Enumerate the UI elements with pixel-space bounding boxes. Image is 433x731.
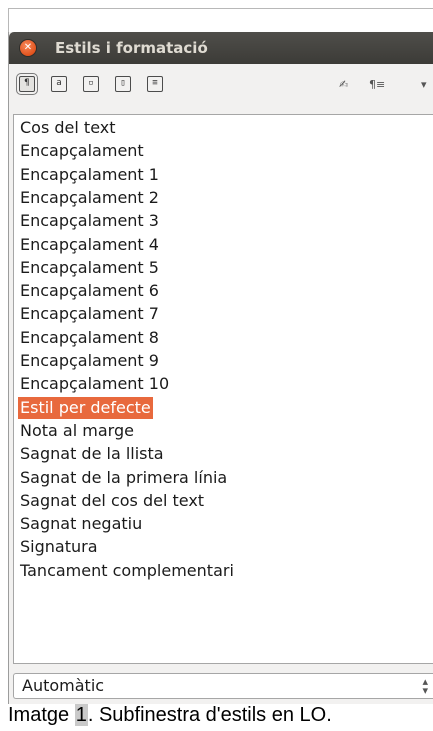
list-item[interactable]: Nota al marge [20, 420, 134, 442]
list-item[interactable]: Tancament complementari [20, 560, 234, 582]
style-category-toolbar: ¶ a ▫ ▯ ≡ ✍ ¶≡ ▾ [9, 64, 433, 108]
list-item[interactable]: Encapçalament 10 [20, 373, 169, 395]
style-list[interactable]: Cos del text Encapçalament Encapçalament 1… [13, 114, 433, 664]
page-styles-icon[interactable]: ▯ [115, 76, 131, 92]
list-item[interactable]: Encapçalament [20, 140, 144, 162]
list-item[interactable]: Sagnat de la primera línia [20, 467, 227, 489]
list-item[interactable]: Sagnat del cos del text [20, 490, 204, 512]
title-bar: ✕ Estils i formatació [9, 32, 433, 64]
page-border-left [8, 8, 9, 32]
list-item-selected[interactable]: Estil per defecte [18, 396, 153, 419]
caption-text: . Subfinestra d'estils en LO. [87, 704, 332, 726]
list-item[interactable]: Cos del text [20, 117, 116, 139]
list-styles-icon[interactable]: ≡ [147, 76, 163, 92]
new-style-from-selection-icon[interactable]: ¶≡ [369, 78, 385, 91]
page-border-top [8, 8, 433, 9]
list-item[interactable]: Signatura [20, 536, 98, 558]
list-item[interactable]: Encapçalament 5 [20, 257, 159, 279]
caption-number: 1 [74, 704, 88, 726]
styles-and-formatting-window: ✕ Estils i formatació ¶ a ▫ ▯ ≡ ✍ ¶≡ ▾ C… [8, 32, 433, 704]
paragraph-styles-icon[interactable]: ¶ [16, 73, 38, 95]
close-icon: ✕ [23, 42, 33, 53]
list-item[interactable]: Encapçalament 8 [20, 327, 159, 349]
list-item[interactable]: Encapçalament 6 [20, 280, 159, 302]
window-title: Estils i formatació [55, 39, 208, 57]
caption-prefix: Imatge [8, 704, 75, 726]
list-item[interactable]: Encapçalament 1 [20, 164, 159, 186]
close-button[interactable]: ✕ [20, 40, 36, 56]
spin-arrows-icon: ▴ ▾ [422, 675, 428, 697]
list-item[interactable]: Sagnat de la llista [20, 443, 164, 465]
style-filter-dropdown[interactable]: Automàtic ▴ ▾ [13, 673, 433, 699]
figure-caption: Imatge 1. Subfinestra d'estils en LO. [8, 704, 433, 731]
list-item[interactable]: Encapçalament 9 [20, 350, 159, 372]
frame-styles-icon[interactable]: ▫ [83, 76, 99, 92]
fill-format-mode-icon[interactable]: ✍ [339, 78, 348, 91]
list-item[interactable]: Encapçalament 3 [20, 210, 159, 232]
list-item[interactable]: Sagnat negatiu [20, 513, 142, 535]
list-item[interactable]: Encapçalament 2 [20, 187, 159, 209]
dropdown-arrow-icon[interactable]: ▾ [421, 78, 427, 91]
filter-value: Automàtic [22, 676, 105, 695]
character-styles-icon[interactable]: a [51, 76, 67, 92]
list-item[interactable]: Encapçalament 7 [20, 303, 159, 325]
list-item[interactable]: Encapçalament 4 [20, 234, 159, 256]
